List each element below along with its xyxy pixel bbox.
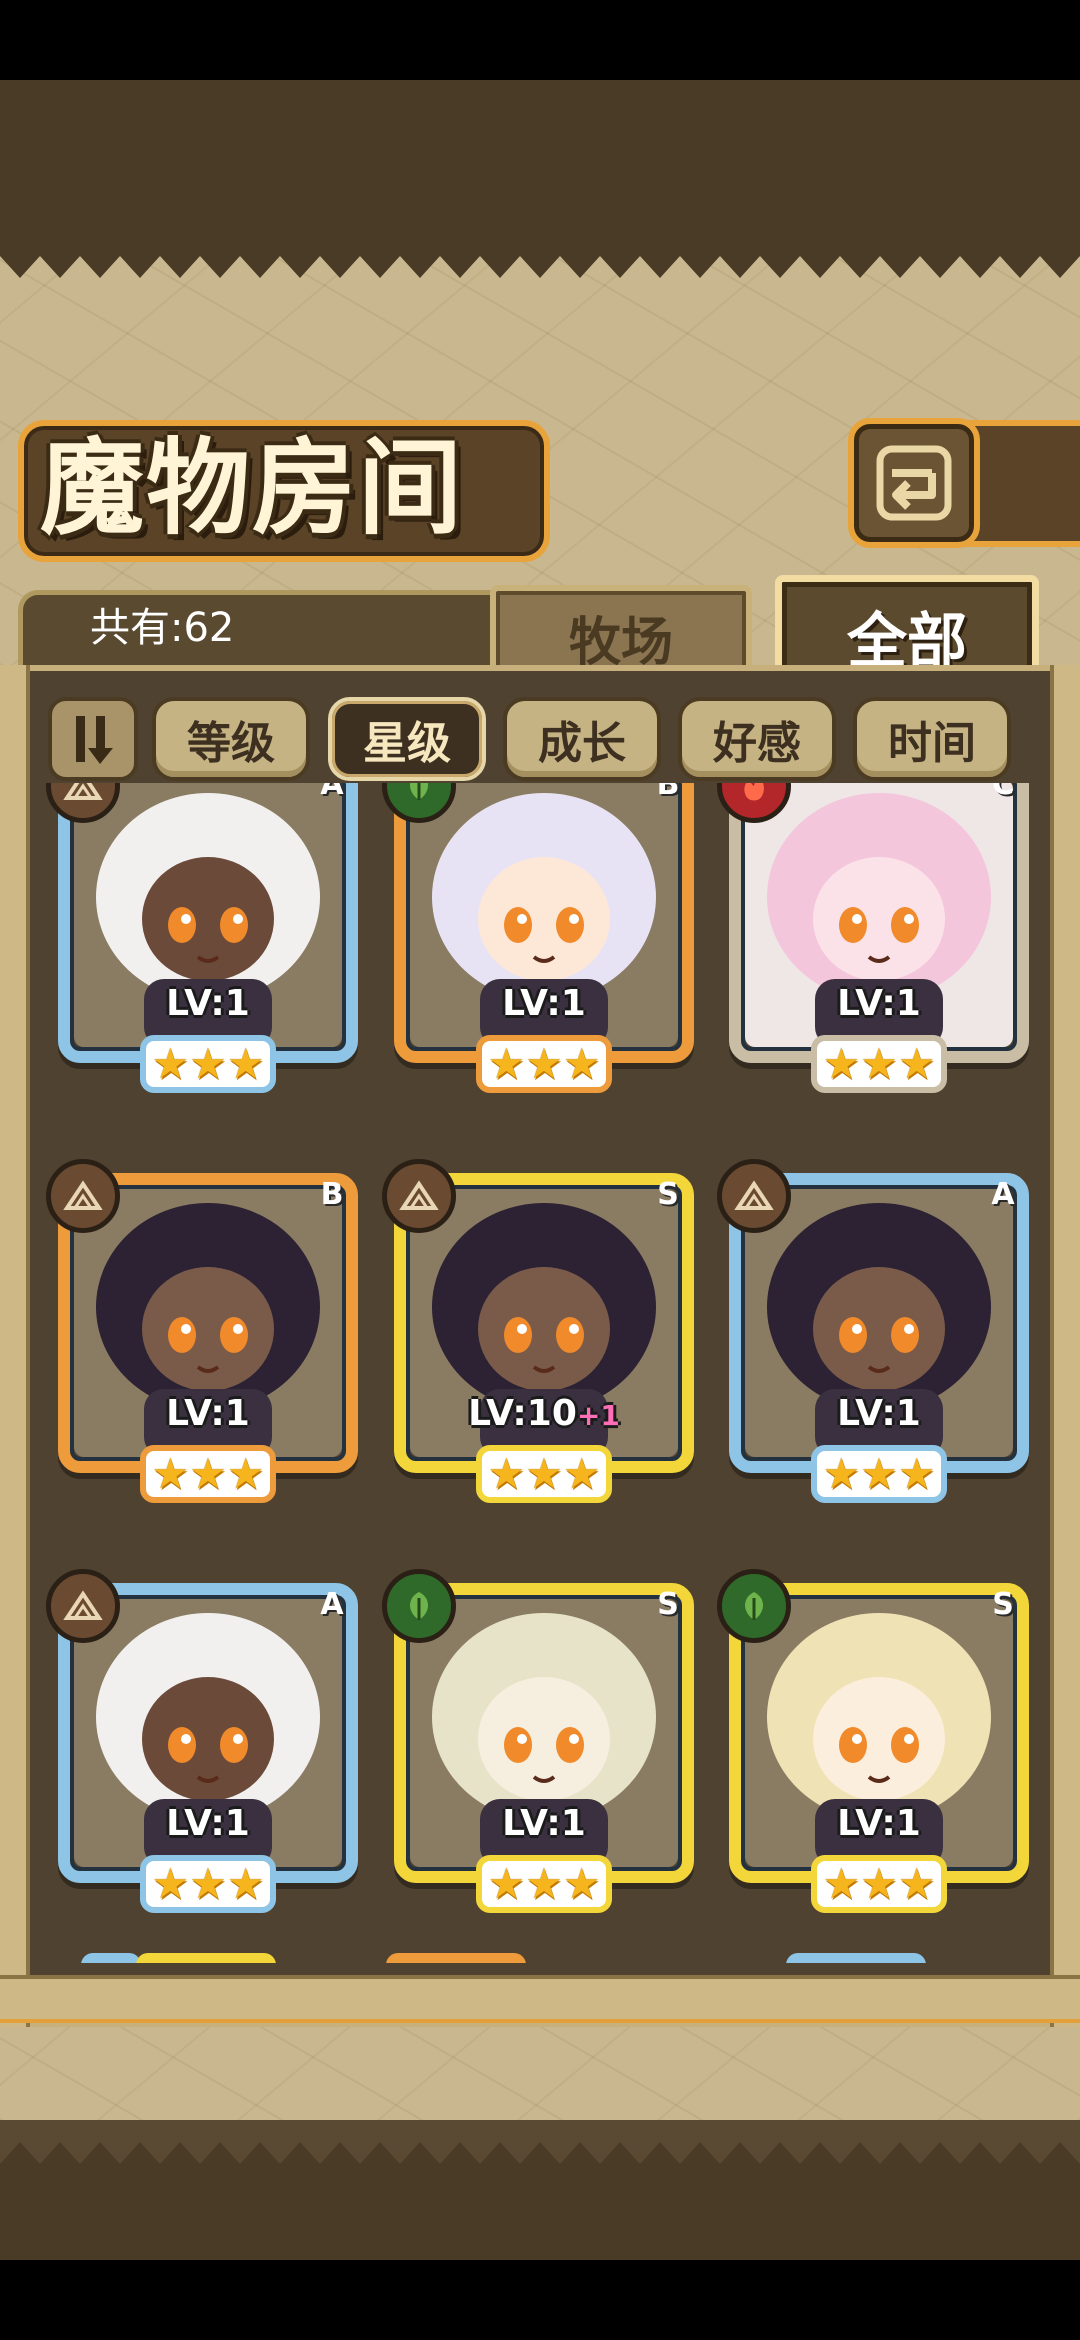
rank-badge: C	[991, 783, 1015, 802]
star-icon: ★	[860, 1039, 898, 1088]
monster-grid: A LV:1 ★ ★ ★ B LV:1 ★ ★ ★ C LV:1 ★ ★ ★ B LV:1 ★ ★ ★ S LV:10+1…	[26, 783, 1054, 1963]
star-icon: ★	[487, 1859, 526, 1908]
monster-card[interactable]: A LV:1 ★ ★ ★	[717, 1159, 1029, 1503]
monster-card[interactable]: A LV:1 ★ ★ ★	[46, 1569, 358, 1913]
monster-card[interactable]: B LV:1 ★ ★ ★	[382, 783, 694, 1093]
star-icon: ★	[226, 1039, 265, 1088]
monster-card-peek[interactable]	[386, 1953, 526, 1963]
panel-bottom-edge	[0, 1975, 1080, 2023]
bottom-band	[0, 2170, 1080, 2260]
star-icon: ★	[860, 1449, 898, 1498]
star-rating: ★ ★ ★	[476, 1445, 612, 1503]
star-rating: ★ ★ ★	[140, 1445, 276, 1503]
rank-badge: S	[992, 1587, 1014, 1622]
monster-card[interactable]: A LV:1 ★ ★ ★	[46, 783, 358, 1093]
zigzag-edge-bottom	[0, 2142, 1080, 2172]
star-icon: ★	[189, 1039, 227, 1088]
star-icon: ★	[189, 1859, 227, 1908]
rank-badge: B	[656, 783, 680, 802]
star-icon: ★	[897, 1449, 936, 1498]
monster-card-peek[interactable]	[81, 1953, 141, 1963]
rank-badge: S	[657, 1587, 679, 1622]
star-rating: ★ ★ ★	[140, 1855, 276, 1913]
sort-order-toggle[interactable]	[48, 697, 138, 781]
return-arrow-icon	[876, 445, 952, 521]
rank-badge: A	[991, 1177, 1015, 1212]
level-label: LV:1	[837, 1803, 921, 1844]
panel-edge-right	[1050, 665, 1080, 2027]
star-icon: ★	[487, 1039, 526, 1088]
star-rating: ★ ★ ★	[811, 1035, 947, 1093]
star-rating: ★ ★ ★	[811, 1855, 947, 1913]
page-title: 魔物房间	[40, 426, 465, 549]
star-icon: ★	[822, 1039, 861, 1088]
sort-by-affection[interactable]: 好感	[678, 697, 836, 781]
star-icon: ★	[822, 1449, 861, 1498]
star-icon: ★	[151, 1039, 190, 1088]
back-button[interactable]	[848, 418, 980, 548]
star-rating: ★ ★ ★	[476, 1035, 612, 1093]
star-icon: ★	[860, 1859, 898, 1908]
monster-card-peek[interactable]	[136, 1953, 276, 1963]
wind-element-icon	[717, 1569, 791, 1643]
star-icon: ★	[525, 1859, 563, 1908]
sort-by-growth[interactable]: 成长	[503, 697, 661, 781]
star-rating: ★ ★ ★	[811, 1445, 947, 1503]
zigzag-edge-top	[0, 248, 1080, 278]
star-icon: ★	[525, 1449, 563, 1498]
rank-badge: A	[320, 1587, 344, 1622]
rank-badge: S	[657, 1177, 679, 1212]
star-icon: ★	[189, 1449, 227, 1498]
star-icon: ★	[151, 1449, 190, 1498]
star-rating: ★ ★ ★	[476, 1855, 612, 1913]
star-icon: ★	[487, 1449, 526, 1498]
earth-element-icon	[46, 1159, 120, 1233]
monster-card[interactable]: B LV:1 ★ ★ ★	[46, 1159, 358, 1503]
sort-by-star[interactable]: 星级	[328, 697, 486, 781]
star-icon: ★	[562, 1859, 601, 1908]
level-label: LV:1	[166, 983, 250, 1024]
sort-by-level[interactable]: 等级	[152, 697, 310, 781]
wind-element-icon	[382, 1569, 456, 1643]
monster-card[interactable]: S LV:1 ★ ★ ★	[382, 1569, 694, 1913]
earth-element-icon	[382, 1159, 456, 1233]
star-icon: ★	[226, 1449, 265, 1498]
level-label: LV:1	[837, 1393, 921, 1434]
earth-element-icon	[717, 1159, 791, 1233]
rank-badge: A	[320, 783, 344, 802]
star-icon: ★	[151, 1859, 190, 1908]
status-bar-area	[0, 0, 1080, 80]
level-bonus: +1	[576, 1399, 620, 1432]
earth-element-icon	[46, 1569, 120, 1643]
monster-card-peek[interactable]	[786, 1953, 926, 1963]
star-icon: ★	[525, 1039, 563, 1088]
star-rating: ★ ★ ★	[140, 1035, 276, 1093]
star-icon: ★	[226, 1859, 265, 1908]
monster-card[interactable]: S LV:10+1 ★ ★ ★	[382, 1159, 694, 1503]
level-label: LV:1	[502, 983, 586, 1024]
level-label: LV:10+1	[468, 1393, 620, 1434]
level-label: LV:1	[166, 1803, 250, 1844]
top-band	[0, 80, 1080, 250]
star-icon: ★	[897, 1039, 936, 1088]
sort-order-icon	[76, 716, 113, 764]
star-icon: ★	[562, 1449, 601, 1498]
level-label: LV:1	[837, 983, 921, 1024]
rank-badge: B	[320, 1177, 344, 1212]
star-icon: ★	[822, 1859, 861, 1908]
sort-by-time[interactable]: 时间	[853, 697, 1011, 781]
level-label: LV:1	[166, 1393, 250, 1434]
level-label: LV:1	[502, 1803, 586, 1844]
star-icon: ★	[897, 1859, 936, 1908]
monster-card[interactable]: C LV:1 ★ ★ ★	[717, 783, 1029, 1093]
monster-count: 共有:62	[90, 605, 235, 651]
star-icon: ★	[562, 1039, 601, 1088]
monster-card[interactable]: S LV:1 ★ ★ ★	[717, 1569, 1029, 1913]
